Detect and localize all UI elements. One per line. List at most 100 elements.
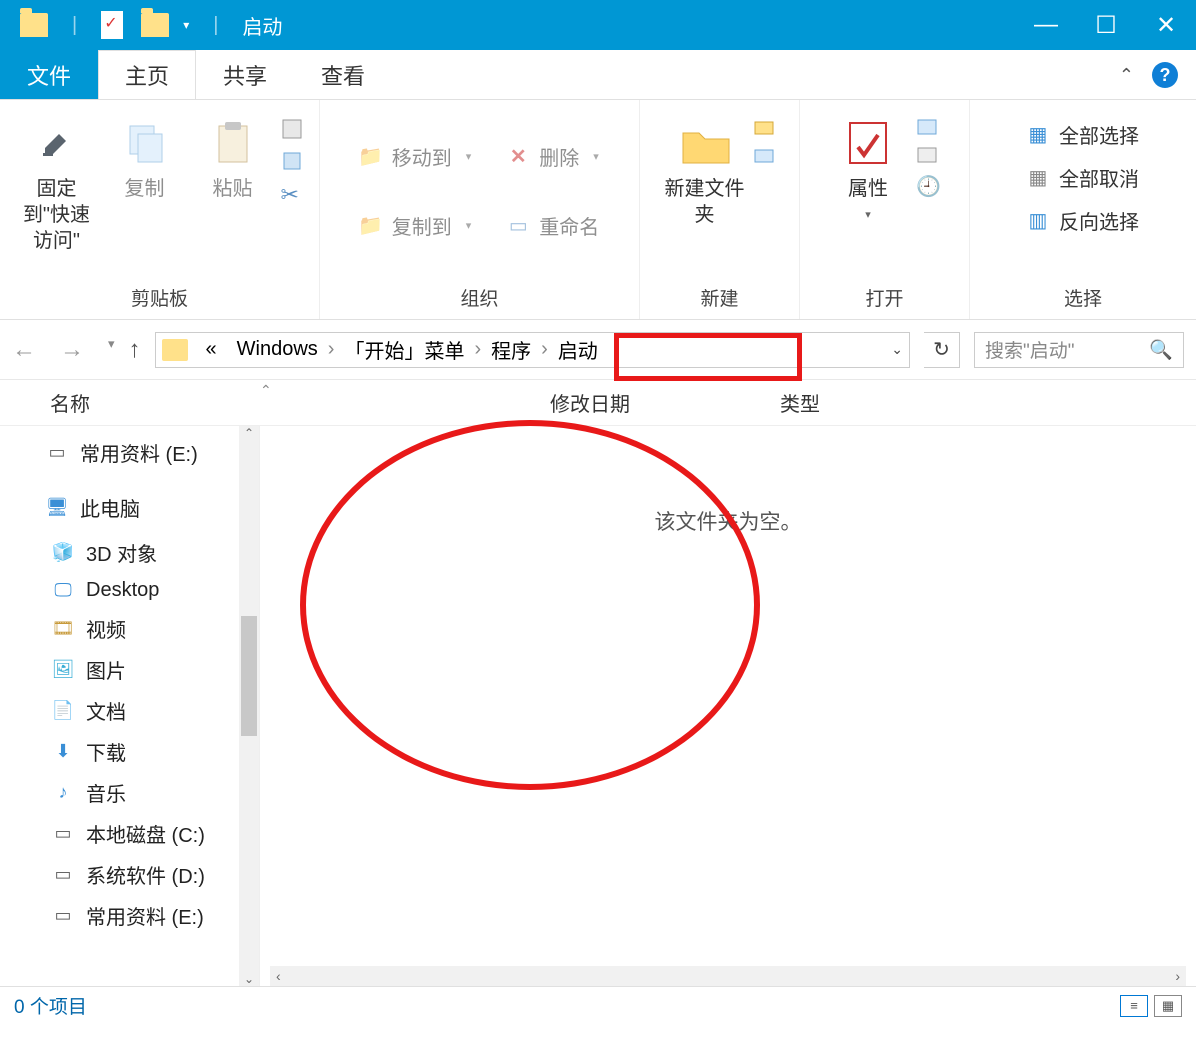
- delete-button[interactable]: ✕删除▾: [499, 138, 607, 175]
- ribbon: 固定到"快速访问" 复制 粘贴 ✂ 剪贴板: [0, 100, 1196, 320]
- sidebar-item-label: 本地磁盘 (C:): [86, 819, 205, 848]
- properties-icon[interactable]: [101, 11, 123, 39]
- new-folder-label: 新建文件夹: [665, 176, 745, 228]
- open-mini: 🕘: [916, 108, 941, 199]
- view-switcher: ≡ ▦: [1120, 995, 1182, 1017]
- sidebar-scrollbar[interactable]: ⌃ ⌄: [239, 426, 259, 986]
- close-button[interactable]: ✕: [1136, 0, 1196, 50]
- collapse-ribbon-icon[interactable]: ⌃: [1119, 65, 1134, 86]
- history-icon[interactable]: 🕘: [916, 174, 941, 199]
- ribbon-tabs: 文件 主页 共享 查看 ⌃ ?: [0, 50, 1196, 100]
- horizontal-scrollbar[interactable]: ‹ ›: [270, 966, 1186, 986]
- maximize-button[interactable]: ☐: [1076, 0, 1136, 50]
- open-with-icon[interactable]: [916, 118, 941, 136]
- select-all-button[interactable]: ▦全部选择: [1019, 116, 1147, 153]
- sidebar-item[interactable]: 📄文档: [0, 690, 259, 731]
- sidebar-item[interactable]: ▭常用资料 (E:): [0, 432, 259, 473]
- new-folder-icon[interactable]: [141, 13, 169, 37]
- sidebar-item[interactable]: ⬇下载: [0, 731, 259, 772]
- file-list[interactable]: 该文件夹为空。 ‹ ›: [260, 426, 1196, 986]
- tab-file[interactable]: 文件: [0, 50, 98, 99]
- select-none-icon: ▦: [1027, 167, 1049, 189]
- ribbon-help: ⌃ ?: [1119, 62, 1178, 88]
- move-to-button[interactable]: 📁移动到▾: [352, 138, 480, 175]
- copy-button[interactable]: 复制: [105, 108, 185, 202]
- breadcrumb-startup[interactable]: 启动: [548, 335, 608, 364]
- new-folder-button[interactable]: 新建文件夹: [665, 108, 745, 228]
- copy-label: 复制: [125, 176, 165, 202]
- pin-quick-access-button[interactable]: 固定到"快速访问": [17, 108, 97, 254]
- copy-path-icon[interactable]: [281, 150, 303, 172]
- scroll-left-icon[interactable]: ‹: [270, 968, 287, 984]
- sidebar-item[interactable]: 🖥此电脑: [0, 487, 259, 528]
- properties-button[interactable]: 属性 ▾: [828, 108, 908, 222]
- minimize-button[interactable]: —: [1016, 0, 1076, 50]
- sidebar-item-label: 系统软件 (D:): [86, 860, 205, 889]
- cut-icon[interactable]: ✂: [281, 182, 303, 208]
- refresh-button[interactable]: ↻: [924, 332, 960, 368]
- sidebar-item-label: 常用资料 (E:): [86, 901, 204, 930]
- scroll-right-icon[interactable]: ›: [1169, 968, 1186, 984]
- music-icon: ♪: [50, 782, 76, 804]
- select-all-icon: ▦: [1027, 124, 1049, 146]
- folder-icon[interactable]: [20, 13, 48, 37]
- rename-button[interactable]: ▭重命名: [499, 207, 607, 244]
- sidebar-item[interactable]: ▭本地磁盘 (C:): [0, 813, 259, 854]
- tab-home[interactable]: 主页: [98, 50, 196, 99]
- sidebar-item[interactable]: 🖵Desktop: [0, 573, 259, 608]
- address-dropdown-icon[interactable]: ⌄: [891, 341, 903, 358]
- search-box[interactable]: 搜索"启动" 🔍: [974, 332, 1184, 368]
- status-bar: 0 个项目 ≡ ▦: [0, 986, 1196, 1024]
- sidebar-item[interactable]: 🎞视频: [0, 608, 259, 649]
- scroll-down-icon[interactable]: ⌄: [239, 972, 259, 986]
- sidebar-item-label: 文档: [86, 696, 126, 725]
- sidebar-item[interactable]: 🖼图片: [0, 649, 259, 690]
- column-date[interactable]: 修改日期: [550, 388, 780, 417]
- paste-button[interactable]: 粘贴: [193, 108, 273, 202]
- forward-button[interactable]: →: [60, 336, 84, 364]
- recent-locations-icon[interactable]: ▾: [108, 336, 115, 364]
- sidebar-item-label: 音乐: [86, 778, 126, 807]
- sort-asc-icon: ⌃: [260, 382, 272, 399]
- nav-arrows: ← → ▾: [12, 336, 115, 364]
- back-button[interactable]: ←: [12, 336, 36, 364]
- icons-view-icon[interactable]: ▦: [1154, 995, 1182, 1017]
- search-icon: 🔍: [1149, 338, 1173, 362]
- empty-folder-message: 该文件夹为空。: [655, 506, 802, 536]
- sidebar-item[interactable]: ▭系统软件 (D:): [0, 854, 259, 895]
- new-item-icon[interactable]: [753, 118, 775, 136]
- sidebar-item[interactable]: 🧊3D 对象: [0, 532, 259, 573]
- scroll-up-icon[interactable]: ⌃: [239, 426, 259, 440]
- copy-to-button[interactable]: 📁复制到▾: [352, 207, 480, 244]
- properties-label: 属性: [848, 176, 888, 202]
- breadcrumb-programs[interactable]: 程序: [481, 335, 541, 364]
- sidebar-item[interactable]: ▭常用资料 (E:): [0, 895, 259, 936]
- 3d-icon: 🧊: [50, 542, 76, 564]
- ribbon-group-open: 属性 ▾ 🕘 打开: [800, 100, 970, 319]
- address-bar[interactable]: « Windows› 「开始」菜单› 程序› 启动 ⌄: [155, 332, 910, 368]
- ribbon-group-new: 新建文件夹 新建: [640, 100, 800, 319]
- qat-customize-icon[interactable]: ▾: [183, 18, 189, 32]
- up-button[interactable]: ↑: [129, 336, 141, 364]
- paste-shortcut-icon[interactable]: [281, 118, 303, 140]
- easy-access-icon[interactable]: [753, 146, 775, 164]
- tab-share[interactable]: 共享: [196, 50, 294, 99]
- help-icon[interactable]: ?: [1152, 62, 1178, 88]
- invert-selection-button[interactable]: ▥反向选择: [1019, 202, 1147, 239]
- breadcrumb-overflow[interactable]: «: [196, 338, 227, 361]
- edit-icon[interactable]: [916, 146, 941, 164]
- column-type[interactable]: 类型: [780, 388, 900, 417]
- scrollbar-thumb[interactable]: [241, 616, 257, 736]
- organize-group-label: 组织: [460, 280, 498, 315]
- breadcrumb-start-menu[interactable]: 「开始」菜单: [334, 335, 474, 364]
- tab-view[interactable]: 查看: [294, 50, 392, 99]
- sidebar-item[interactable]: ♪ 音乐: [0, 772, 259, 813]
- pc-icon: 🖥: [44, 497, 70, 519]
- column-name[interactable]: 名称 ⌃: [50, 388, 550, 417]
- open-group-label: 打开: [865, 280, 903, 315]
- down-icon: ⬇: [50, 741, 76, 763]
- details-view-icon[interactable]: ≡: [1120, 995, 1148, 1017]
- new-folder-icon: [678, 116, 732, 170]
- breadcrumb-windows[interactable]: Windows: [227, 338, 328, 361]
- select-none-button[interactable]: ▦全部取消: [1019, 159, 1147, 196]
